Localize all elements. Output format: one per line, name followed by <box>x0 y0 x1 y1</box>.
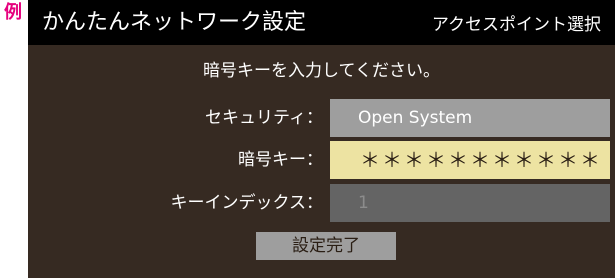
encryption-key-label: 暗号キー： <box>238 150 323 170</box>
page-title: かんたんネットワーク設定 <box>42 10 307 35</box>
complete-settings-button[interactable]: 設定完了 <box>256 232 396 260</box>
tv-settings-screen: かんたんネットワーク設定 アクセスポイント選択 暗号キーを入力してください。 セ… <box>28 0 615 278</box>
instruction-text: 暗号キーを入力してください。 <box>203 61 440 81</box>
encryption-key-field[interactable]: ＊＊＊＊＊＊＊＊＊＊＊ <box>330 141 610 179</box>
security-label: セキュリティ： <box>205 108 323 128</box>
security-field[interactable]: Open System <box>330 99 610 137</box>
example-mark: 例 <box>4 2 22 23</box>
key-index-field[interactable]: 1 <box>330 184 610 222</box>
step-label: アクセスポイント選択 <box>431 15 601 35</box>
key-index-label: キーインデックス： <box>170 193 324 213</box>
title-bar: かんたんネットワーク設定 アクセスポイント選択 <box>28 0 615 45</box>
